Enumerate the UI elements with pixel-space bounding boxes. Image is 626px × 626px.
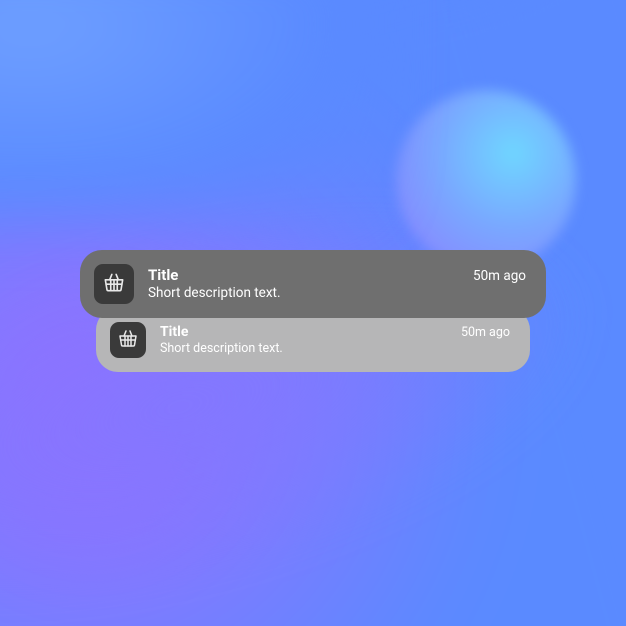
notification-card-front[interactable]: Title 50m ago Short description text. — [80, 250, 546, 318]
basket-icon — [101, 269, 127, 299]
notification-title: Title — [148, 266, 178, 284]
bg-orb — [396, 90, 576, 270]
notification-title: Title — [160, 324, 188, 341]
app-icon-tile — [94, 264, 134, 304]
notification-content: Title 50m ago Short description text. — [160, 324, 510, 357]
app-icon-tile — [110, 322, 146, 358]
basket-icon — [116, 326, 140, 354]
notification-content: Title 50m ago Short description text. — [148, 266, 526, 301]
notification-time: 50m ago — [461, 325, 510, 340]
notification-description: Short description text. — [160, 341, 510, 356]
notification-description: Short description text. — [148, 285, 526, 301]
notification-time: 50m ago — [473, 268, 526, 284]
